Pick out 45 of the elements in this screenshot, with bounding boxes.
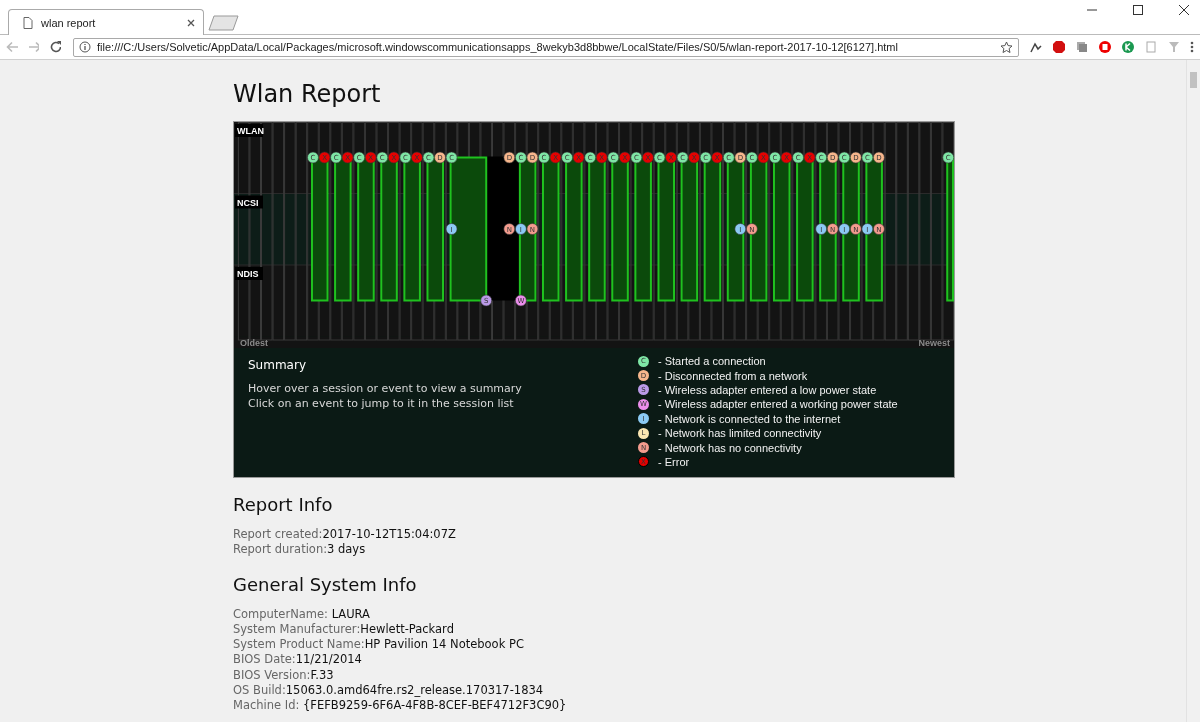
session-bar[interactable] [449, 156, 488, 302]
legend-text: - Wireless adapter entered a low power state [658, 383, 877, 396]
browser-tab[interactable]: wlan report [8, 9, 204, 35]
legend-text: - Error [658, 455, 690, 468]
info-line: BIOS Version:F.33 [233, 667, 334, 684]
page-title: Wlan Report [233, 80, 382, 108]
legend-text: - Disconnected from a network [658, 369, 808, 382]
legend-text: - Started a connection [658, 355, 766, 368]
maximize-icon[interactable] [1132, 4, 1144, 16]
info-line: Machine Id: {FEFB9259-6F6A-4F8B-8CEF-BEF4712F3C90} [233, 698, 567, 714]
legend-text: - Wireless adapter entered a working power state [658, 398, 898, 411]
section-heading: Report Info [233, 494, 334, 515]
address-bar[interactable]: file:///C:/Users/Solvetic/AppData/Local/Packages/microsoft.windowscommunicationsapps_8wekyb3d8bbwe/LocalState/Files/S0/5/wlan-report-2017-10-12[6127].html [73, 37, 1019, 57]
new-tab-button[interactable] [208, 15, 240, 31]
summary-title: Summary [248, 358, 307, 372]
adblock-icon[interactable] [1052, 40, 1066, 54]
summary-text: Hover over a session or event to view a summary [248, 381, 523, 396]
info-line: BIOS Date:11/21/2014 [233, 652, 362, 668]
tab-title: wlan report [41, 16, 97, 29]
info-line: System Product Name:HP Pavilion 14 Notebook PC [233, 637, 524, 653]
info-icon [79, 41, 91, 53]
extension-icon[interactable] [1029, 40, 1043, 54]
info-line: System Manufacturer:Hewlett-Packard [233, 621, 454, 638]
row-label: NDIS [235, 267, 263, 280]
info-line: Report created:2017-10-12T15:04:07Z [233, 527, 456, 543]
url-text: file:///C:/Users/Solvetic/AppData/Local/Packages/microsoft.windowscommunicationsapps_8wekyb3d8bbwe/LocalState/Files/S0/5/wlan-report-2017-10-12[6127].html [97, 41, 899, 53]
star-icon[interactable] [1000, 40, 1013, 54]
close-icon[interactable] [187, 18, 195, 27]
info-line: OS Build:15063.0.amd64fre.rs2_release.170317-1834 [233, 683, 544, 699]
section-heading: General System Info [233, 573, 418, 595]
legend-text: - Network has limited connectivity [658, 427, 822, 440]
reload-icon[interactable] [49, 40, 61, 54]
info-line: Report duration:3 days [233, 542, 366, 558]
extension-icon[interactable] [1098, 40, 1112, 54]
page-icon [23, 16, 33, 29]
close-icon[interactable] [1178, 4, 1190, 16]
scrollbar-thumb[interactable] [1190, 72, 1197, 88]
menu-icon[interactable] [1190, 40, 1194, 54]
info-line: ComputerName: LAURA [233, 606, 370, 622]
legend-text: - Network has no connectivity [658, 441, 802, 454]
summary-text: Click on an event to jump to it in the session list [248, 396, 515, 411]
legend-text: - Network is connected to the internet [658, 412, 841, 425]
row-label: WLAN [235, 124, 264, 137]
axis-label: Newest [918, 338, 950, 348]
axis-label: Oldest [240, 338, 268, 348]
